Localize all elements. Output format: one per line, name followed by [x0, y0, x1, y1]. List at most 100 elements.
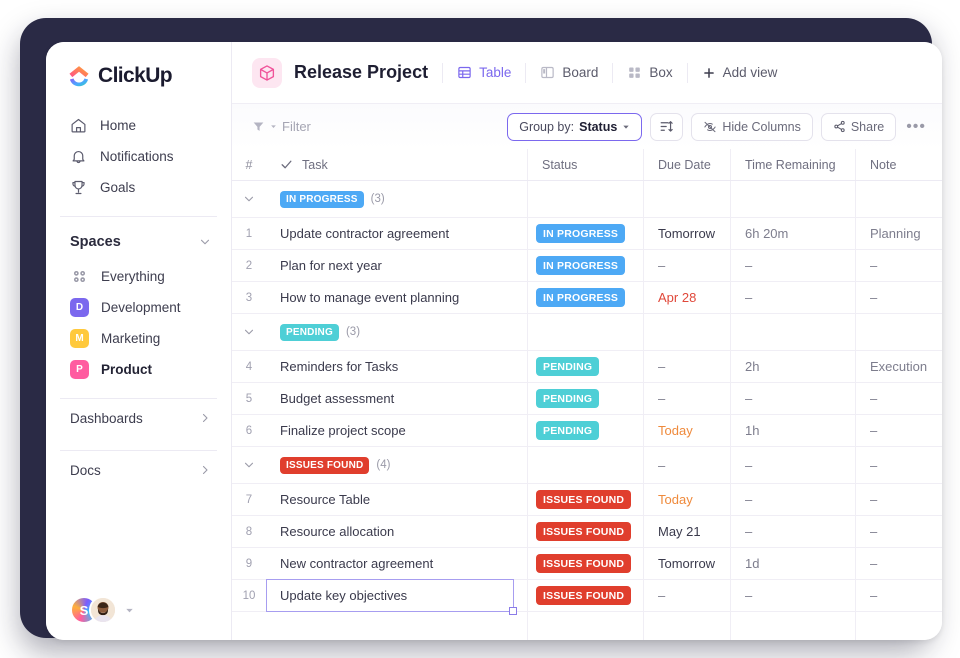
note-cell[interactable]: – [856, 415, 942, 446]
note-cell[interactable]: – [856, 250, 942, 281]
sidebar-item-marketing[interactable]: M Marketing [46, 323, 231, 354]
due-date-cell[interactable]: Tomorrow [644, 218, 731, 249]
chevron-down-icon[interactable] [243, 193, 255, 205]
task-name-cell[interactable]: Reminders for Tasks [266, 351, 528, 382]
time-remaining-cell[interactable]: 1h [731, 415, 856, 446]
status-cell[interactable]: PENDING [528, 415, 644, 446]
group-status-cell[interactable]: IN PROGRESS (3) [266, 181, 528, 217]
column-header-due-date[interactable]: Due Date [644, 149, 731, 180]
table-row[interactable]: 5 Budget assessment PENDING – – – [232, 383, 942, 415]
time-remaining-cell[interactable]: 6h 20m [731, 218, 856, 249]
column-header-time-remaining[interactable]: Time Remaining [731, 149, 856, 180]
due-date-cell[interactable]: Tomorrow [644, 548, 731, 579]
group-collapse-toggle[interactable] [232, 181, 266, 217]
group-status-cell[interactable]: PENDING (3) [266, 314, 528, 350]
add-view-button[interactable]: Add view [688, 58, 788, 88]
task-name-cell[interactable]: Resource Table [266, 484, 528, 515]
status-cell[interactable]: IN PROGRESS [528, 218, 644, 249]
sidebar-item-dashboards[interactable]: Dashboards [46, 399, 231, 437]
note-cell[interactable]: Planning [856, 218, 942, 249]
status-cell[interactable]: ISSUES FOUND [528, 580, 644, 611]
status-cell[interactable]: IN PROGRESS [528, 282, 644, 313]
tab-table[interactable]: Table [443, 58, 525, 88]
sidebar-item-docs[interactable]: Docs [46, 451, 231, 489]
group-collapse-toggle[interactable] [232, 314, 266, 350]
due-date-cell[interactable]: – [644, 580, 731, 611]
status-cell[interactable]: ISSUES FOUND [528, 516, 644, 547]
column-header-note[interactable]: Note [856, 149, 942, 180]
task-name-cell[interactable]: Budget assessment [266, 383, 528, 414]
table-row[interactable]: 3 How to manage event planning IN PROGRESS… [232, 282, 942, 314]
table-row[interactable]: 7 Resource Table ISSUES FOUND Today – – [232, 484, 942, 516]
due-date-cell[interactable]: – [644, 250, 731, 281]
status-cell[interactable]: IN PROGRESS [528, 250, 644, 281]
chevron-down-icon[interactable] [243, 326, 255, 338]
more-options-button[interactable]: ••• [906, 118, 926, 135]
task-name-cell[interactable]: Resource allocation [266, 516, 528, 547]
table-row[interactable]: 1 Update contractor agreement IN PROGRESS T… [232, 218, 942, 250]
share-button[interactable]: Share [820, 112, 897, 141]
time-remaining-cell[interactable]: – [731, 516, 856, 547]
note-cell[interactable]: – [856, 516, 942, 547]
table-row[interactable]: 2 Plan for next year IN PROGRESS – – – [232, 250, 942, 282]
task-name-cell[interactable]: Finalize project scope [266, 415, 528, 446]
sidebar-item-development[interactable]: D Development [46, 292, 231, 323]
task-name-cell[interactable]: New contractor agreement [266, 548, 528, 579]
due-date-cell[interactable]: – [644, 383, 731, 414]
note-cell[interactable]: – [856, 383, 942, 414]
table-row[interactable]: 8 Resource allocation ISSUES FOUND May 21– – [232, 516, 942, 548]
group-status-cell[interactable]: ISSUES FOUND (4) [266, 447, 528, 483]
tab-box[interactable]: Box [613, 58, 686, 88]
table-row[interactable]: 9 New contractor agreement ISSUES FOUND Tom… [232, 548, 942, 580]
due-date-cell[interactable]: Today [644, 415, 731, 446]
due-date-cell[interactable]: May 21 [644, 516, 731, 547]
task-name-cell[interactable]: Update contractor agreement [266, 218, 528, 249]
note-cell[interactable]: – [856, 282, 942, 313]
tab-board[interactable]: Board [526, 58, 612, 88]
column-header-index[interactable]: # [232, 149, 266, 180]
note-cell[interactable]: – [856, 484, 942, 515]
table-row[interactable]: 6 Finalize project scope PENDING Today 1h – [232, 415, 942, 447]
due-date-cell[interactable] [644, 612, 731, 640]
status-cell[interactable]: ISSUES FOUND [528, 484, 644, 515]
sidebar-item-home[interactable]: Home [46, 110, 231, 141]
clickup-logo[interactable]: ClickUp [46, 42, 231, 88]
sidebar-item-everything[interactable]: Everything [46, 261, 231, 292]
time-remaining-cell[interactable]: – [731, 383, 856, 414]
note-cell[interactable]: – [856, 580, 942, 611]
group-collapse-toggle[interactable] [232, 447, 266, 483]
status-cell[interactable]: PENDING [528, 383, 644, 414]
task-name-cell[interactable] [266, 612, 528, 640]
time-remaining-cell[interactable]: – [731, 580, 856, 611]
sidebar-item-product[interactable]: P Product [46, 354, 231, 385]
group-header-row[interactable]: ISSUES FOUND (4) – – – [232, 447, 942, 484]
user-avatars[interactable]: S [70, 596, 135, 624]
time-remaining-cell[interactable]: 2h [731, 351, 856, 382]
task-name-cell[interactable]: Plan for next year [266, 250, 528, 281]
chevron-down-icon[interactable] [124, 605, 135, 616]
due-date-cell[interactable]: Today [644, 484, 731, 515]
sidebar-item-notifications[interactable]: Notifications [46, 141, 231, 172]
spaces-section-header[interactable]: Spaces [46, 223, 231, 261]
time-remaining-cell[interactable]: 1d [731, 548, 856, 579]
hide-columns-button[interactable]: Hide Columns [691, 112, 813, 141]
due-date-cell[interactable]: – [644, 351, 731, 382]
group-by-button[interactable]: Group by: Status [507, 112, 643, 141]
group-header-row[interactable]: IN PROGRESS (3) [232, 181, 942, 218]
sidebar-item-goals[interactable]: Goals [46, 172, 231, 203]
filter-button[interactable]: Filter [252, 119, 311, 134]
note-cell[interactable]: Execution [856, 351, 942, 382]
note-cell[interactable] [856, 612, 942, 640]
time-remaining-cell[interactable]: – [731, 484, 856, 515]
status-cell[interactable]: ISSUES FOUND [528, 548, 644, 579]
status-cell[interactable]: PENDING [528, 351, 644, 382]
status-cell[interactable] [528, 612, 644, 640]
column-header-task[interactable]: Task [266, 149, 528, 180]
time-remaining-cell[interactable] [731, 612, 856, 640]
time-remaining-cell[interactable]: – [731, 282, 856, 313]
avatar-photo[interactable] [89, 596, 117, 624]
time-remaining-cell[interactable]: – [731, 250, 856, 281]
note-cell[interactable]: – [856, 548, 942, 579]
due-date-cell[interactable]: Apr 28 [644, 282, 731, 313]
table-row[interactable]: 4 Reminders for Tasks PENDING –2h Execution [232, 351, 942, 383]
